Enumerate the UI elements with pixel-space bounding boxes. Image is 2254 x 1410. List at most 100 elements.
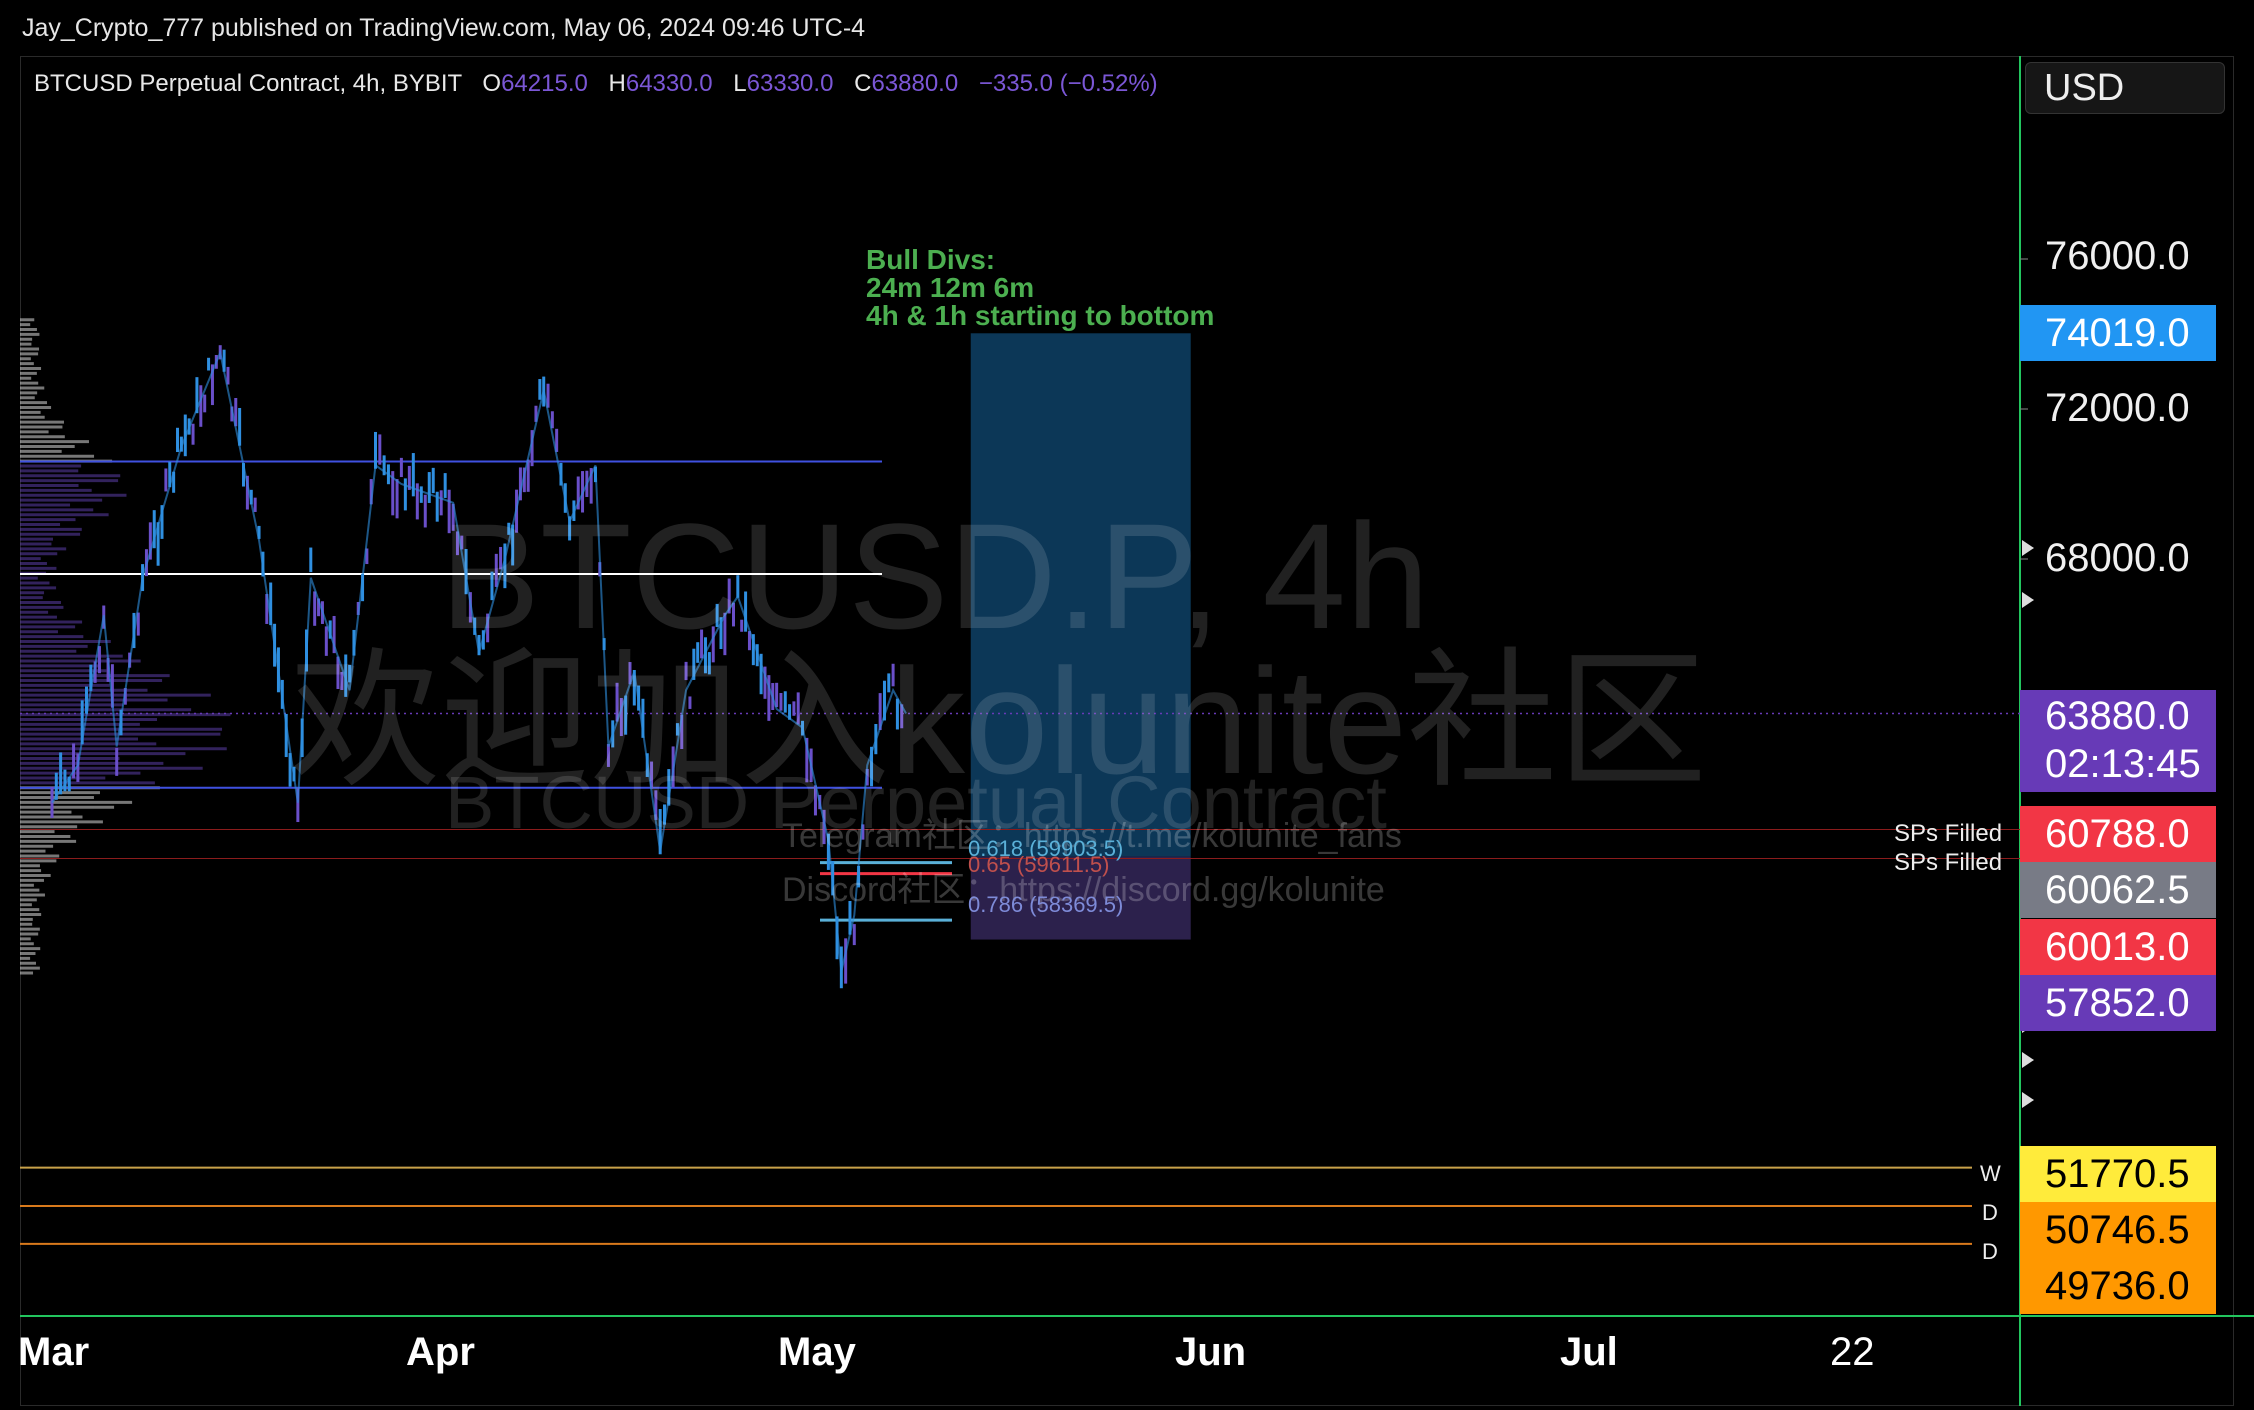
volume-profile-bar [20,849,46,853]
volume-profile-bar [20,357,31,361]
volume-profile-bar [20,854,60,858]
price-tag-last: 63880.0 02:13:45 [2020,690,2216,792]
volume-profile-bar [20,830,55,834]
volume-profile-bar [20,615,57,619]
volume-profile-bar [20,596,43,600]
high-key: H [608,70,626,97]
volume-profile-bar [20,566,57,570]
volume-profile-bar [20,562,47,565]
volume-profile-bar [20,630,58,634]
volume-profile-bar [20,683,110,687]
volume-profile-bar [20,318,35,322]
volume-profile-bar [20,532,81,536]
volume-profile-bar [20,888,40,892]
volume-profile-bar [20,557,41,561]
x-tick-label: May [778,1330,856,1374]
bull-divs-annotation: Bull Divs: 24m 12m 6m 4h & 1h starting t… [866,246,1214,330]
volume-profile-bar [20,445,75,448]
volume-profile-bar [20,503,71,507]
volume-profile-bar [20,435,65,439]
price-tag-level: 60013.0 [2020,919,2216,975]
axis-marker-arrow [2022,1092,2034,1108]
volume-profile-bar [20,552,58,556]
volume-profile-bar [20,766,203,770]
sp-filled-label: SPs Filled [1894,820,2003,847]
volume-profile-bar [20,942,34,946]
volume-profile-bar [20,323,31,327]
volume-profile-bar [20,883,34,887]
low-value: 63330.0 [746,70,834,97]
price-tag-daily: 49736.0 [2020,1258,2216,1314]
annotation-line: 4h & 1h starting to bottom [866,300,1215,331]
volume-profile-bar [20,737,139,741]
volume-profile-bar [20,464,82,468]
volume-profile-bar [20,956,31,960]
y-tick-label: 76000.0 [2045,234,2190,278]
volume-profile-bar [20,542,52,546]
currency-selector[interactable]: USD [2025,62,2225,114]
volume-profile-bar [20,391,38,395]
volume-profile-bar [20,869,42,873]
volume-profile-bar [20,961,36,965]
volume-profile-bar [20,664,99,668]
volume-profile-bar [20,947,41,951]
axis-marker-arrow [2022,1052,2034,1068]
volume-profile-bar [20,693,211,697]
volume-profile-bar [20,376,32,380]
volume-profile-bar [20,508,94,512]
volume-profile-bar [20,430,49,434]
y-tick-label: 68000.0 [2045,536,2190,580]
volume-profile-bar [20,352,39,356]
volume-profile-bar [20,401,48,405]
y-tick-label: 72000.0 [2045,386,2190,430]
x-tick-label: Mar [18,1330,90,1374]
volume-profile-bar [20,425,63,429]
volume-profile-bar [20,761,164,765]
volume-profile-bar [20,410,41,414]
x-tick-label: Jun [1175,1330,1247,1374]
daily-level-letter: D [1982,1200,1998,1225]
volume-profile-bar [20,820,103,824]
weekly-level-letter: W [1980,1161,2001,1186]
volume-profile-bar [20,547,67,551]
volume-profile-bar [20,640,111,643]
volume-profile-bar [20,913,42,916]
volume-profile-bar [20,484,79,487]
volume-profile-bar [20,800,133,804]
volume-profile-bar [20,659,141,663]
volume-profile-bar [20,874,51,877]
high-value: 64330.0 [625,70,713,97]
volume-profile-bar [20,396,35,400]
volume-profile-bar [20,498,103,502]
volume-profile-bar [20,586,57,590]
daily-level-letter: D [1982,1239,1998,1264]
price-tag-daily: 50746.5 [2020,1202,2216,1258]
open-value: 64215.0 [501,70,588,97]
volume-profile-bar [20,440,89,444]
volume-profile-bar [20,347,40,351]
axis-marker-arrow [2022,592,2034,608]
volume-profile-bar [20,527,82,531]
volume-profile-bar [20,576,38,580]
volume-profile-bar [20,688,148,692]
volume-profile-bar [20,415,45,419]
volume-profile-bar [20,610,49,614]
volume-profile-bar [20,591,45,595]
price-tag-stop: 57852.0 [2020,975,2216,1031]
price-tag-entry: 60062.5 [2020,862,2216,918]
volume-profile-bar [20,518,76,522]
volume-profile-bar [20,937,31,941]
price-tag-target: 74019.0 [2020,305,2216,361]
volume-profile-bar [20,332,40,336]
volume-profile-bar [20,371,37,375]
annotation-line: Bull Divs: [866,244,996,275]
volume-profile-bar [20,893,45,897]
volume-profile-bar [20,922,33,926]
price-tag-weekly: 51770.5 [2020,1146,2216,1202]
volume-profile-bar [20,537,53,541]
volume-profile-bar [20,328,37,331]
annotation-line: 24m 12m 6m [866,272,1035,303]
volume-profile-bar [20,747,227,751]
volume-profile-bar [20,469,79,473]
volume-profile-bar [20,523,61,526]
